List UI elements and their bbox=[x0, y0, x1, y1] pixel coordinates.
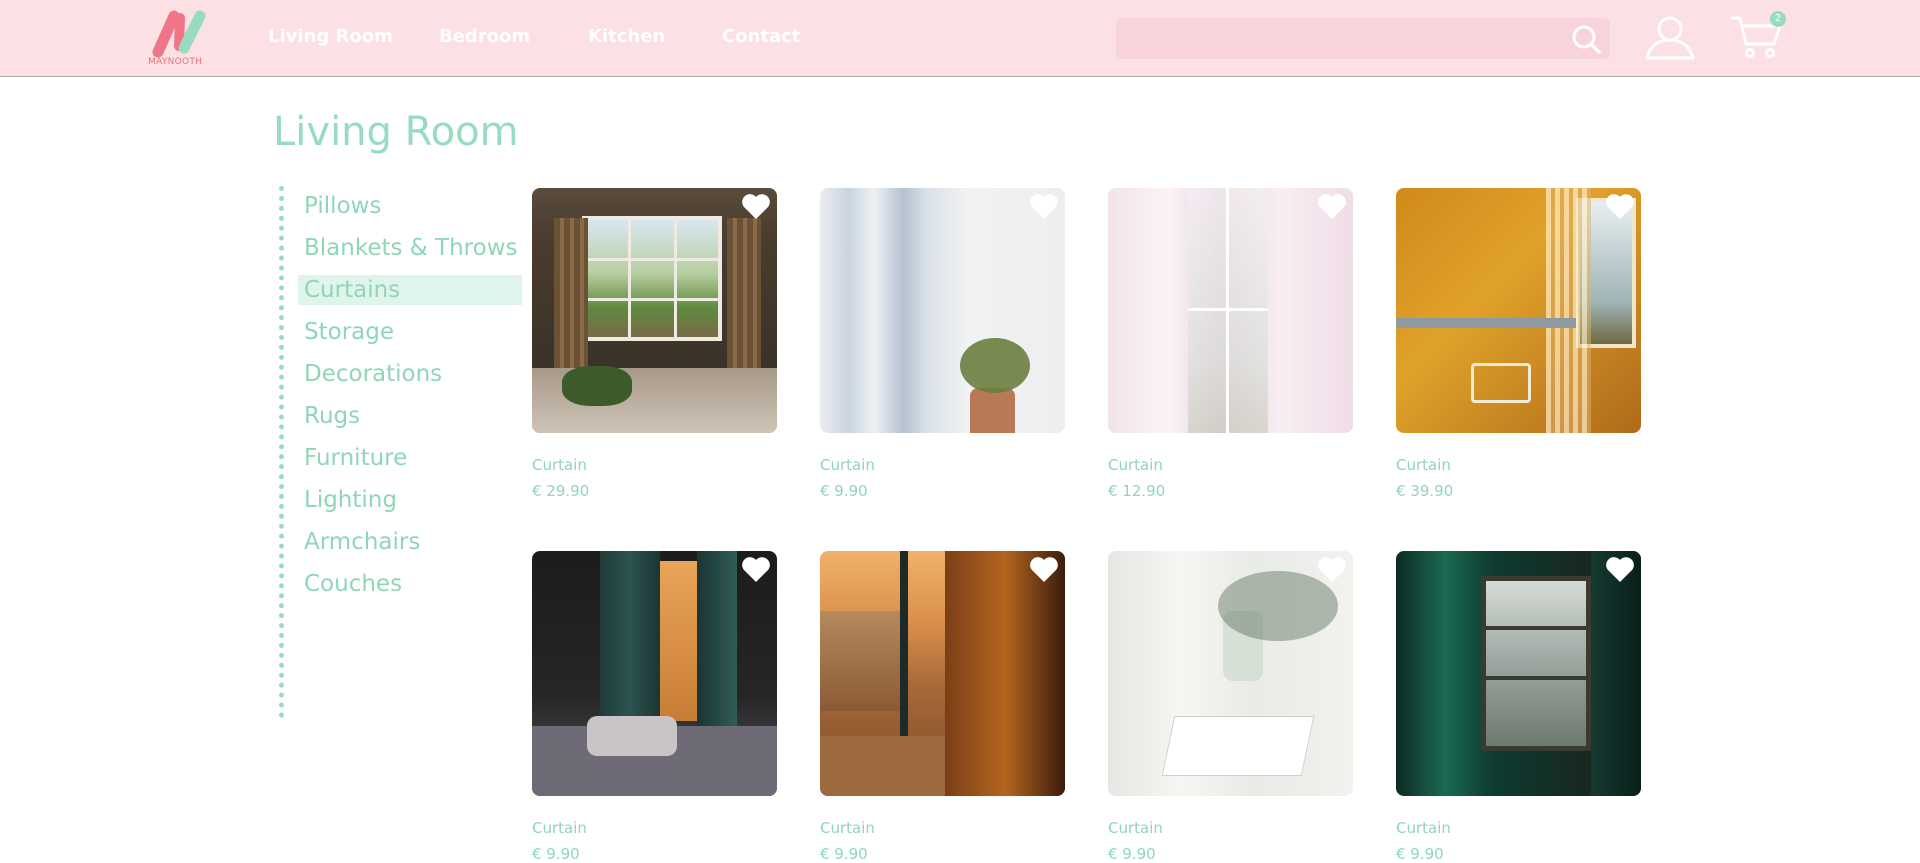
search-icon[interactable] bbox=[1570, 23, 1602, 55]
sidebar-item-storage[interactable]: Storage bbox=[298, 317, 522, 347]
sidebar-item-couches[interactable]: Couches bbox=[298, 569, 522, 599]
product-price: € 9.90 bbox=[1108, 845, 1156, 863]
product-name[interactable]: Curtain bbox=[1108, 819, 1163, 837]
nav-living-room[interactable]: Living Room bbox=[268, 26, 393, 47]
cart-count-badge: 2 bbox=[1770, 11, 1786, 27]
heart-icon[interactable] bbox=[1029, 555, 1059, 583]
heart-icon[interactable] bbox=[1605, 555, 1635, 583]
sidebar-item-pillows[interactable]: Pillows bbox=[298, 191, 522, 221]
product-price: € 9.90 bbox=[1396, 845, 1444, 863]
brand-logo[interactable]: MAYNOOTH bbox=[148, 8, 214, 68]
product-name[interactable]: Curtain bbox=[1396, 456, 1451, 474]
product-name[interactable]: Curtain bbox=[820, 456, 875, 474]
heart-icon[interactable] bbox=[741, 555, 771, 583]
search-input[interactable] bbox=[1116, 18, 1610, 59]
nav-contact[interactable]: Contact bbox=[722, 26, 800, 47]
product-name[interactable]: Curtain bbox=[1396, 819, 1451, 837]
heart-icon[interactable] bbox=[1605, 192, 1635, 220]
product-image[interactable] bbox=[1396, 551, 1641, 796]
product-price: € 9.90 bbox=[532, 845, 580, 863]
heart-icon[interactable] bbox=[1317, 192, 1347, 220]
heart-icon[interactable] bbox=[741, 192, 771, 220]
sidebar-item-rugs[interactable]: Rugs bbox=[298, 401, 522, 431]
sidebar-item-armchairs[interactable]: Armchairs bbox=[298, 527, 522, 557]
nav-kitchen[interactable]: Kitchen bbox=[588, 26, 665, 47]
product-image[interactable] bbox=[820, 188, 1065, 433]
product-price: € 39.90 bbox=[1396, 482, 1454, 500]
product-image[interactable] bbox=[1108, 551, 1353, 796]
logo-mark bbox=[152, 10, 206, 58]
logo-text: MAYNOOTH bbox=[148, 57, 203, 67]
product-name[interactable]: Curtain bbox=[532, 819, 587, 837]
user-icon[interactable] bbox=[1644, 14, 1696, 60]
heart-icon[interactable] bbox=[1029, 192, 1059, 220]
sidebar-item-lighting[interactable]: Lighting bbox=[298, 485, 522, 515]
product-image[interactable] bbox=[1108, 188, 1353, 433]
product-image[interactable] bbox=[820, 551, 1065, 796]
nav-bedroom[interactable]: Bedroom bbox=[439, 26, 530, 47]
page-title: Living Room bbox=[273, 109, 519, 155]
product-name[interactable]: Curtain bbox=[532, 456, 587, 474]
category-sidebar: Pillows Blankets & Throws Curtains Stora… bbox=[279, 186, 522, 718]
sidebar-item-furniture[interactable]: Furniture bbox=[298, 443, 522, 473]
product-price: € 12.90 bbox=[1108, 482, 1166, 500]
sidebar-item-curtains[interactable]: Curtains bbox=[298, 275, 522, 305]
product-name[interactable]: Curtain bbox=[1108, 456, 1163, 474]
sidebar-item-decorations[interactable]: Decorations bbox=[298, 359, 522, 389]
product-price: € 9.90 bbox=[820, 482, 868, 500]
site-header: MAYNOOTH Living Room Bedroom Kitchen Con… bbox=[0, 0, 1920, 77]
product-image[interactable] bbox=[532, 551, 777, 796]
product-image[interactable] bbox=[1396, 188, 1641, 433]
product-price: € 29.90 bbox=[532, 482, 590, 500]
product-price: € 9.90 bbox=[820, 845, 868, 863]
heart-icon[interactable] bbox=[1317, 555, 1347, 583]
sidebar-item-blankets-throws[interactable]: Blankets & Throws bbox=[298, 233, 522, 263]
product-image[interactable] bbox=[532, 188, 777, 433]
product-name[interactable]: Curtain bbox=[820, 819, 875, 837]
